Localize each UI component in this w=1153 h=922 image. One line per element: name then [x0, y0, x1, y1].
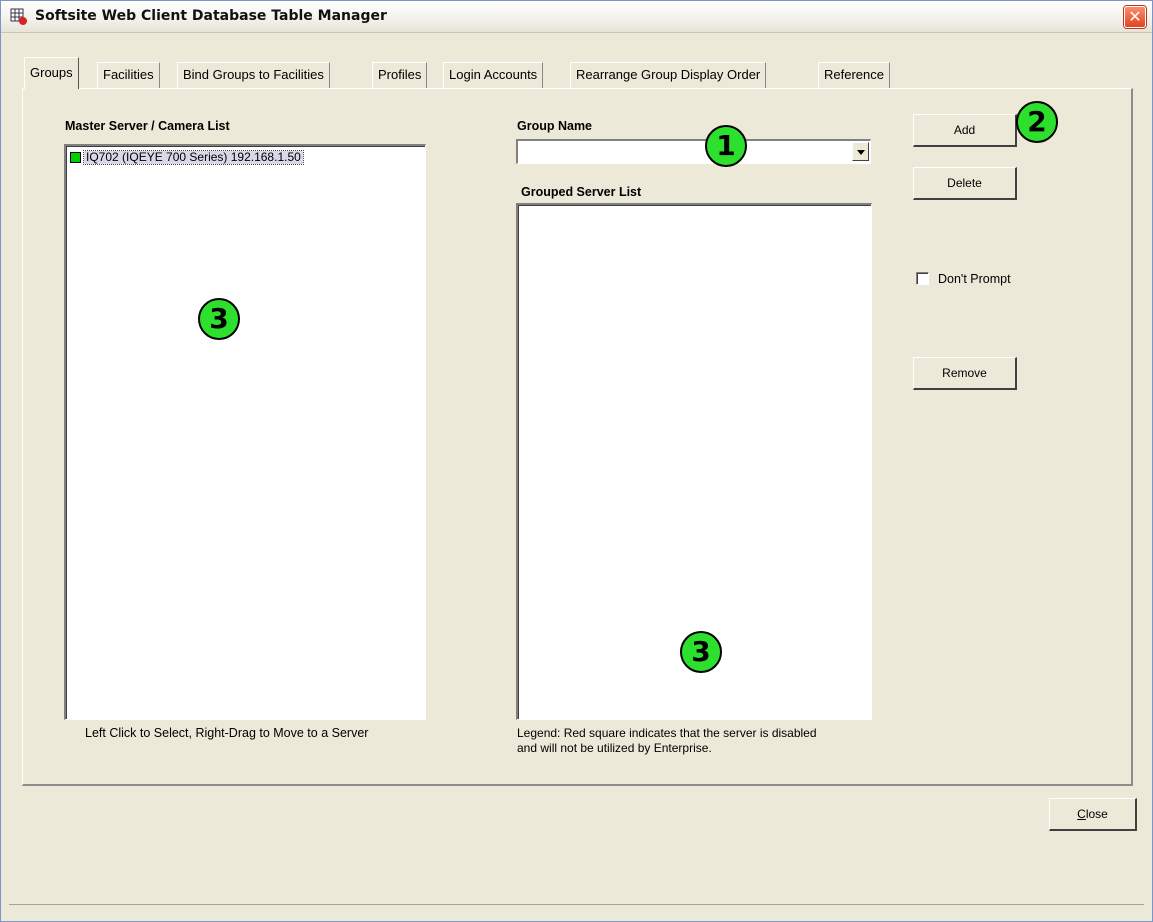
legend-line-2: and will not be utilized by Enterprise.: [517, 741, 712, 755]
dropdown-arrow-icon[interactable]: [852, 142, 869, 161]
legend-line-1: Legend: Red square indicates that the se…: [517, 726, 817, 740]
master-list-hint: Left Click to Select, Right-Drag to Move…: [85, 726, 369, 740]
server-status-square: [70, 151, 81, 163]
group-name-label: Group Name: [517, 119, 593, 133]
tab-groups[interactable]: Groups: [24, 57, 79, 89]
close-mnemonic: C: [1077, 807, 1086, 821]
close-label-rest: lose: [1085, 807, 1108, 821]
add-button[interactable]: Add: [913, 114, 1017, 147]
list-item[interactable]: IQ702 (IQEYE 700 Series) 192.168.1.50: [70, 149, 304, 165]
status-bar: [9, 904, 1144, 922]
server-item-label: IQ702 (IQEYE 700 Series) 192.168.1.50: [83, 149, 304, 165]
master-list-label: Master Server / Camera List: [65, 119, 230, 133]
tab-facilities[interactable]: Facilities: [97, 62, 160, 88]
callout-marker-2: 2: [1016, 101, 1058, 143]
main-window: Softsite Web Client Database Table Manag…: [0, 0, 1153, 922]
delete-button[interactable]: Delete: [913, 167, 1017, 200]
dont-prompt-checkbox[interactable]: [916, 272, 929, 285]
tab-profiles[interactable]: Profiles: [372, 62, 428, 88]
grouped-server-list-label: Grouped Server List: [521, 185, 642, 199]
master-server-camera-list[interactable]: IQ702 (IQEYE 700 Series) 192.168.1.50: [64, 144, 426, 720]
title-bar[interactable]: Softsite Web Client Database Table Manag…: [1, 1, 1152, 33]
group-name-combobox[interactable]: [516, 139, 871, 164]
app-table-icon: [10, 8, 27, 25]
window-title: Softsite Web Client Database Table Manag…: [35, 8, 387, 24]
tab-login-accounts[interactable]: Login Accounts: [443, 62, 544, 88]
close-button[interactable]: Close: [1049, 798, 1137, 831]
tab-bind-groups-to-facilities[interactable]: Bind Groups to Facilities: [177, 62, 330, 88]
callout-marker-1: 1: [705, 125, 747, 167]
callout-marker-3: 3: [680, 631, 722, 673]
tab-reference[interactable]: Reference: [818, 62, 890, 88]
window-close-icon[interactable]: ✕: [1124, 6, 1146, 28]
tab-rearrange-group-display-order[interactable]: Rearrange Group Display Order: [570, 62, 767, 88]
callout-marker-3: 3: [198, 298, 240, 340]
dont-prompt-label: Don't Prompt: [938, 272, 1011, 286]
remove-button[interactable]: Remove: [913, 357, 1017, 390]
